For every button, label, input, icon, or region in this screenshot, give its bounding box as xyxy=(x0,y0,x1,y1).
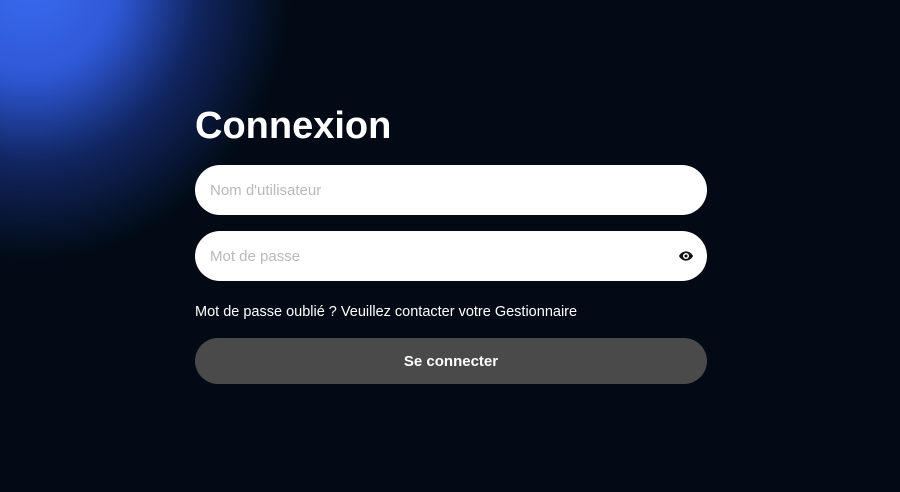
login-button[interactable]: Se connecter xyxy=(195,338,707,384)
page-title: Connexion xyxy=(195,105,392,147)
login-form: Connexion Mot de passe oublié ? Veuillez… xyxy=(195,104,707,384)
forgot-password-text: Mot de passe oublié ? Veuillez contacter… xyxy=(195,304,578,320)
password-field-container xyxy=(195,231,707,281)
username-field-container xyxy=(195,165,707,215)
username-input[interactable] xyxy=(195,165,707,215)
password-input[interactable] xyxy=(195,231,707,281)
eye-icon[interactable] xyxy=(678,248,694,264)
login-page: Connexion Mot de passe oublié ? Veuillez… xyxy=(0,0,900,492)
